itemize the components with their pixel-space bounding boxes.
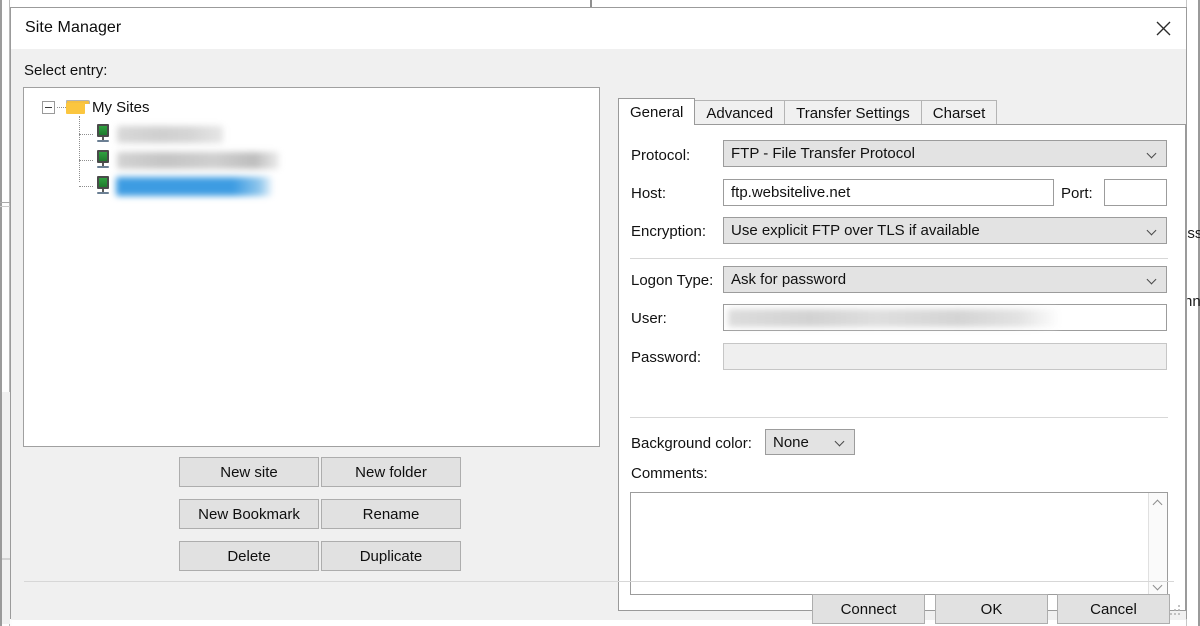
delete-button[interactable]: Delete [179, 541, 319, 571]
folder-icon [66, 99, 90, 115]
site-tree[interactable]: My Sites [23, 87, 600, 447]
tree-connector-vertical [79, 116, 80, 182]
close-icon[interactable] [1140, 8, 1186, 49]
background-lower-panel-divider [2, 558, 10, 560]
ok-button[interactable]: OK [935, 594, 1048, 624]
tree-item-site-2[interactable] [117, 152, 279, 169]
tab-general[interactable]: General [618, 98, 696, 125]
password-input[interactable] [723, 343, 1167, 370]
tab-transfer-settings[interactable]: Transfer Settings [784, 100, 922, 125]
site-manager-dialog: Site Manager Select entry: My Sites New … [10, 7, 1187, 624]
select-entry-label: Select entry: [24, 62, 108, 79]
tree-connector-line [57, 106, 66, 108]
tree-connector-branch [79, 160, 93, 161]
host-input[interactable]: ftp.websitelive.net [723, 179, 1054, 206]
tree-connector-branch [79, 134, 93, 135]
section-divider [630, 258, 1168, 259]
server-icon [94, 150, 112, 170]
port-input[interactable] [1104, 179, 1167, 206]
protocol-select[interactable]: FTP - File Transfer Protocol [723, 140, 1167, 167]
port-label: Port: [1061, 185, 1093, 202]
comments-textarea[interactable] [630, 492, 1168, 595]
collapse-expander-icon[interactable] [42, 100, 55, 114]
host-label: Host: [631, 185, 667, 202]
comments-scrollbar[interactable] [1148, 493, 1167, 594]
comments-label: Comments: [631, 465, 708, 482]
dialog-title: Site Manager [25, 19, 122, 36]
tab-charset[interactable]: Charset [920, 100, 998, 125]
rename-button[interactable]: Rename [321, 499, 461, 529]
user-value-redaction [728, 309, 1058, 327]
general-tab-panel: Protocol: FTP - File Transfer Protocol H… [618, 124, 1186, 611]
password-label: Password: [631, 349, 702, 366]
new-bookmark-button[interactable]: New Bookmark [179, 499, 319, 529]
connect-button[interactable]: Connect [812, 594, 925, 624]
tab-advanced[interactable]: Advanced [694, 100, 786, 125]
chevron-down-icon [1148, 275, 1157, 284]
tree-item-site-3-selected[interactable] [116, 177, 272, 196]
resize-grip-icon[interactable] [1170, 605, 1182, 617]
dialog-titlebar[interactable]: Site Manager [11, 8, 1186, 49]
encryption-label: Encryption: [631, 223, 707, 240]
chevron-down-icon [1148, 149, 1157, 158]
user-input[interactable] [723, 304, 1167, 331]
user-label: User: [631, 310, 667, 327]
protocol-label: Protocol: [631, 147, 691, 164]
tree-item-site-1[interactable] [117, 126, 223, 143]
tree-connector-branch [79, 186, 93, 187]
cancel-button[interactable]: Cancel [1057, 594, 1170, 624]
logon-type-label: Logon Type: [631, 272, 714, 289]
tree-item-label: My Sites [92, 98, 150, 116]
chevron-down-icon [836, 437, 845, 446]
background-color-select[interactable]: None [765, 429, 855, 455]
logon-type-select[interactable]: Ask for password [723, 266, 1167, 293]
new-site-button[interactable]: New site [179, 457, 319, 487]
scroll-down-icon[interactable] [1149, 575, 1168, 593]
footer-divider [24, 581, 1174, 582]
scroll-up-icon[interactable] [1149, 494, 1168, 512]
server-icon [94, 124, 112, 144]
section-divider-2 [630, 417, 1168, 418]
background-color-label: Background color: [631, 435, 752, 452]
duplicate-button[interactable]: Duplicate [321, 541, 461, 571]
settings-tabstrip: General Advanced Transfer Settings Chars… [618, 98, 998, 125]
tree-item-my-sites[interactable]: My Sites [42, 96, 150, 118]
dialog-body: Select entry: My Sites New site New fold… [11, 49, 1186, 624]
background-lower-panel [2, 392, 10, 624]
encryption-select[interactable]: Use explicit FTP over TLS if available [723, 217, 1167, 244]
chevron-down-icon [1148, 226, 1157, 235]
new-folder-button[interactable]: New folder [321, 457, 461, 487]
server-icon [94, 176, 112, 196]
